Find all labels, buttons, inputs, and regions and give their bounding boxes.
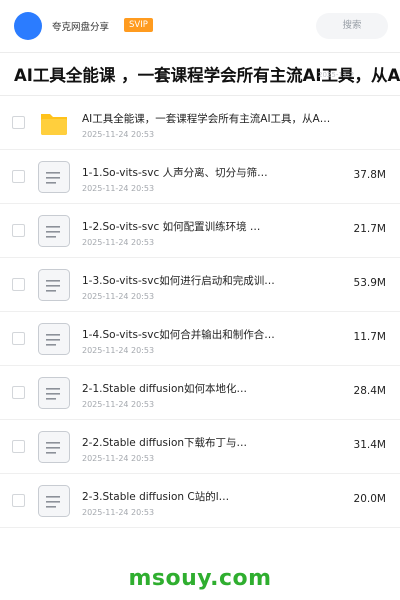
select-checkbox[interactable] (12, 278, 25, 291)
file-name: 1-1.So-vits-svc 人声分离、切分与筛… (82, 167, 268, 179)
user-name: 夸克网盘分享 (52, 22, 110, 33)
file-name: 1-2.So-vits-svc 如何配置训练环境 … (82, 221, 261, 233)
file-date: 2025-11-24 20:53 (82, 400, 155, 409)
file-row[interactable]: 2-2.Stable diffusion下载布丁与… 2025-11-24 20:… (0, 420, 400, 474)
header-divider (0, 52, 400, 53)
document-icon (38, 269, 70, 301)
file-date: 2025-11-24 20:53 (82, 238, 155, 247)
document-icon (38, 161, 70, 193)
share-date: 2025-11-2 (318, 71, 355, 79)
select-checkbox[interactable] (12, 170, 25, 183)
svip-badge: SVIP (124, 18, 153, 32)
file-size: 37.8M (353, 169, 386, 181)
file-date: 2025-11-24 20:53 (82, 508, 155, 517)
file-size: 28.4M (353, 385, 386, 397)
file-date: 2025-11-24 20:53 (82, 346, 155, 355)
document-icon (38, 431, 70, 463)
file-row[interactable]: 1-2.So-vits-svc 如何配置训练环境 … 2025-11-24 20:… (0, 204, 400, 258)
file-date: 2025-11-24 20:53 (82, 130, 155, 139)
document-icon (38, 215, 70, 247)
file-size: 20.0M (353, 493, 386, 505)
file-size: 11.7M (353, 331, 386, 343)
file-row[interactable]: 1-1.So-vits-svc 人声分离、切分与筛… 2025-11-24 20:… (0, 150, 400, 204)
document-icon (38, 377, 70, 409)
file-date: 2025-11-24 20:53 (82, 184, 155, 193)
folder-icon (38, 107, 70, 139)
file-name: 2-3.Stable diffusion C站的l… (82, 491, 230, 503)
search-input[interactable]: 搜索 (316, 13, 388, 39)
select-checkbox[interactable] (12, 332, 25, 345)
header: 夸克网盘分享 SVIP 搜索 (0, 0, 400, 52)
file-name: 2-2.Stable diffusion下载布丁与… (82, 437, 248, 449)
document-icon (38, 323, 70, 355)
select-checkbox[interactable] (12, 386, 25, 399)
file-row[interactable]: 1-4.So-vits-svc如何合并输出和制作合… 2025-11-24 20:… (0, 312, 400, 366)
file-name: 1-3.So-vits-svc如何进行启动和完成训… (82, 275, 275, 287)
file-size: 31.4M (353, 439, 386, 451)
document-icon (38, 485, 70, 517)
select-checkbox[interactable] (12, 440, 25, 453)
file-date: 2025-11-24 20:53 (82, 454, 155, 463)
file-list: AI工具全能课，一套课程学会所有主流AI工具，从A… 2025-11-24 20:… (0, 96, 400, 528)
select-checkbox[interactable] (12, 116, 25, 129)
file-row[interactable]: 2-1.Stable diffusion如何本地化… 2025-11-24 20:… (0, 366, 400, 420)
file-name: 1-4.So-vits-svc如何合并输出和制作合… (82, 329, 275, 341)
file-size: 21.7M (353, 223, 386, 235)
file-row[interactable]: 2-3.Stable diffusion C站的l… 2025-11-24 20:… (0, 474, 400, 528)
folder-row[interactable]: AI工具全能课，一套课程学会所有主流AI工具，从A… 2025-11-24 20:… (0, 96, 400, 150)
file-name: 2-1.Stable diffusion如何本地化… (82, 383, 248, 395)
file-name: AI工具全能课，一套课程学会所有主流AI工具，从A… (82, 113, 331, 125)
file-row[interactable]: 1-3.So-vits-svc如何进行启动和完成训… 2025-11-24 20:… (0, 258, 400, 312)
avatar[interactable] (14, 12, 42, 40)
file-date: 2025-11-24 20:53 (82, 292, 155, 301)
file-size: 53.9M (353, 277, 386, 289)
select-checkbox[interactable] (12, 494, 25, 507)
select-checkbox[interactable] (12, 224, 25, 237)
watermark: msouy.com (128, 566, 272, 591)
